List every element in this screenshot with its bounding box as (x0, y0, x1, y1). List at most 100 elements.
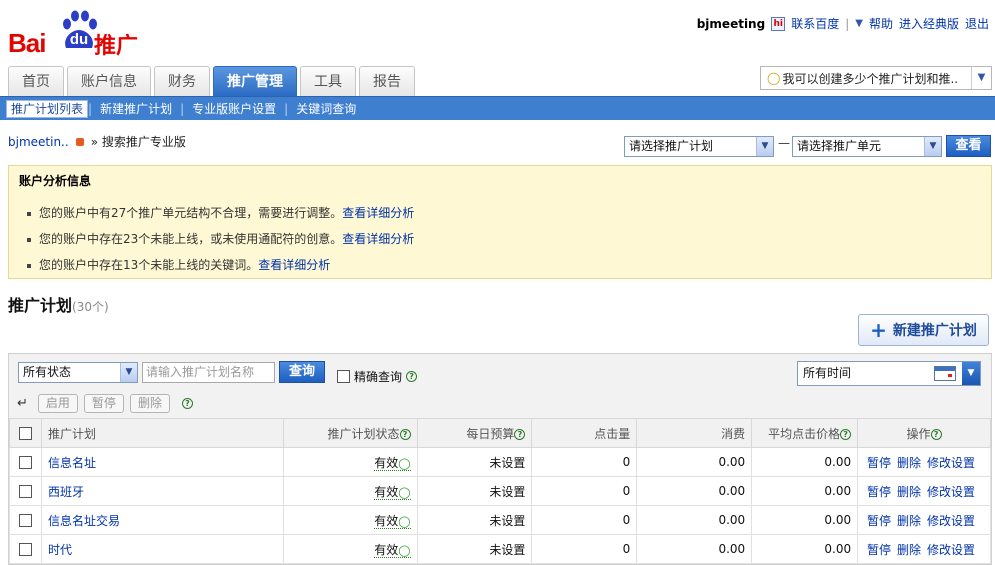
view-button[interactable]: 查看 (946, 135, 991, 157)
row-pause-link[interactable]: 暂停 (867, 514, 891, 528)
exact-query-checkbox[interactable] (337, 370, 350, 383)
plan-status-cell: 有效◯ (282, 447, 418, 477)
subnav-plan-list[interactable]: 推广计划列表 (6, 99, 89, 118)
search-button[interactable]: 查询 (279, 361, 325, 383)
plan-ops-cell: 暂停 删除 修改设置 (857, 505, 991, 535)
select-all-checkbox[interactable] (18, 427, 32, 440)
chevron-down-icon[interactable]: ▼ (855, 18, 863, 29)
lightbulb-icon[interactable]: ◯ (398, 544, 410, 557)
lightbulb-icon[interactable]: ◯ (398, 457, 410, 470)
pause-button[interactable]: 暂停 (83, 394, 124, 413)
help-icon[interactable]: ? (406, 371, 418, 382)
plan-budget-cell[interactable]: 未设置 (416, 505, 533, 535)
help-icon[interactable]: ? (399, 428, 411, 440)
help-link[interactable]: 帮助 (869, 15, 893, 32)
tab-promotion-management[interactable]: 推广管理 (213, 66, 297, 96)
tip-dropdown[interactable]: ◯ 我可以创建多少个推广计划和推.. ▼ (760, 66, 992, 90)
row-checkbox[interactable] (18, 456, 32, 469)
row-delete-link[interactable]: 删除 (897, 543, 921, 557)
tab-home[interactable]: 首页 (8, 66, 64, 96)
chevron-down-icon[interactable]: ▼ (962, 362, 980, 385)
column-header-cost[interactable]: 消费 (636, 418, 753, 448)
plan-name-link[interactable]: 信息名址 (48, 456, 96, 470)
column-header-budget[interactable]: 每日预算? (416, 418, 533, 448)
row-delete-link[interactable]: 删除 (897, 514, 921, 528)
plan-ops-cell: 暂停 删除 修改设置 (857, 534, 991, 564)
tab-finance[interactable]: 财务 (154, 66, 210, 96)
chevron-down-icon[interactable]: ▼ (756, 137, 773, 156)
plan-budget-cell[interactable]: 未设置 (416, 447, 533, 477)
logo-suffix-text: 推广 (94, 34, 139, 59)
column-header-clicks[interactable]: 点击量 (531, 418, 638, 448)
batch-actions: ↵ 启用 暂停 删除 ? (17, 394, 193, 413)
plan-status: 有效◯ (374, 542, 411, 558)
row-select-cell (9, 476, 42, 506)
column-header-avg-cpc[interactable]: 平均点击价格? (751, 418, 859, 448)
classic-version-link[interactable]: 进入经典版 (899, 15, 959, 32)
chevron-down-icon[interactable]: ▼ (971, 67, 991, 89)
subnav-pro-settings[interactable]: 专业版账户设置 (184, 100, 284, 117)
row-edit-link[interactable]: 修改设置 (927, 543, 975, 557)
plan-name-cell: 西班牙 (40, 476, 284, 506)
plan-name-link[interactable]: 西班牙 (48, 485, 84, 499)
lightbulb-icon[interactable]: ◯ (398, 515, 410, 528)
view-detail-link[interactable]: 查看详细分析 (342, 206, 414, 220)
time-range-select[interactable]: 所有时间 ▼ (797, 361, 981, 386)
plan-budget-cell[interactable]: 未设置 (416, 534, 533, 564)
view-detail-link[interactable]: 查看详细分析 (258, 258, 330, 272)
table-row: 信息名址 有效◯ 未设置 0 0.00 0.00 暂停 删除 修改设置 (9, 447, 991, 477)
help-icon[interactable]: ? (181, 398, 193, 409)
calendar-icon[interactable] (934, 366, 956, 381)
row-delete-link[interactable]: 删除 (897, 485, 921, 499)
row-edit-link[interactable]: 修改设置 (927, 456, 975, 470)
column-header-name[interactable]: 推广计划 (40, 418, 284, 448)
help-icon[interactable]: ? (514, 428, 526, 440)
row-select-cell (9, 505, 42, 535)
username: bjmeeting (696, 16, 766, 31)
plan-search-input[interactable]: 请输入推广计划名称 (142, 362, 275, 383)
baidu-tuiguang-logo[interactable]: Bai du 推广 (8, 8, 148, 59)
plan-name-link[interactable]: 时代 (48, 543, 72, 557)
bullet-icon (27, 237, 31, 242)
subnav-keyword-query[interactable]: 关键词查询 (288, 100, 364, 117)
tab-tools[interactable]: 工具 (300, 66, 356, 96)
help-icon[interactable]: ? (840, 428, 852, 440)
row-delete-link[interactable]: 删除 (897, 456, 921, 470)
subnav-new-plan[interactable]: 新建推广计划 (92, 100, 180, 117)
status-filter-select[interactable]: 所有状态 ▼ (18, 362, 138, 383)
chevron-down-icon[interactable]: ▼ (924, 137, 941, 156)
tab-reports[interactable]: 报告 (359, 66, 415, 96)
contact-baidu-link[interactable]: 联系百度 (791, 15, 839, 32)
new-plan-button[interactable]: + 新建推广计划 (858, 314, 989, 346)
help-icon[interactable]: ? (930, 428, 942, 440)
row-checkbox[interactable] (18, 485, 32, 498)
breadcrumb-current: » 搜索推广专业版 (90, 135, 186, 149)
chevron-down-icon[interactable]: ▼ (120, 363, 137, 382)
hi-messenger-icon[interactable]: hi (771, 16, 786, 31)
plan-name-link[interactable]: 信息名址交易 (48, 514, 120, 528)
row-edit-link[interactable]: 修改设置 (927, 514, 975, 528)
plan-ops-cell: 暂停 删除 修改设置 (857, 476, 991, 506)
logout-link[interactable]: 退出 (965, 15, 989, 32)
enable-button[interactable]: 启用 (37, 394, 78, 413)
column-header-status[interactable]: 推广计划状态? (282, 418, 418, 448)
view-detail-link[interactable]: 查看详细分析 (342, 232, 414, 246)
row-pause-link[interactable]: 暂停 (867, 456, 891, 470)
new-plan-label: 新建推广计划 (892, 323, 977, 339)
logo-bai-text: Bai (8, 28, 46, 58)
top-links: bjmeeting hi 联系百度 | ▼ 帮助 进入经典版 退出 (697, 15, 989, 32)
analysis-item-text: 您的账户中存在23个未能上线，或未使用通配符的创意。 (39, 232, 343, 246)
row-checkbox[interactable] (18, 514, 32, 527)
plan-select[interactable]: 请选择推广计划 ▼ (624, 136, 774, 157)
unit-select[interactable]: 请选择推广单元 ▼ (792, 136, 942, 157)
row-checkbox[interactable] (18, 543, 32, 556)
plan-cost-cell: 0.00 (636, 447, 753, 477)
row-edit-link[interactable]: 修改设置 (927, 485, 975, 499)
row-pause-link[interactable]: 暂停 (867, 543, 891, 557)
row-pause-link[interactable]: 暂停 (867, 485, 891, 499)
tab-account-info[interactable]: 账户信息 (67, 66, 151, 96)
plan-budget-cell[interactable]: 未设置 (416, 476, 533, 506)
lightbulb-icon[interactable]: ◯ (398, 486, 410, 499)
breadcrumb-account-link[interactable]: bjmeetin.. (8, 135, 69, 149)
delete-button[interactable]: 删除 (129, 394, 170, 413)
